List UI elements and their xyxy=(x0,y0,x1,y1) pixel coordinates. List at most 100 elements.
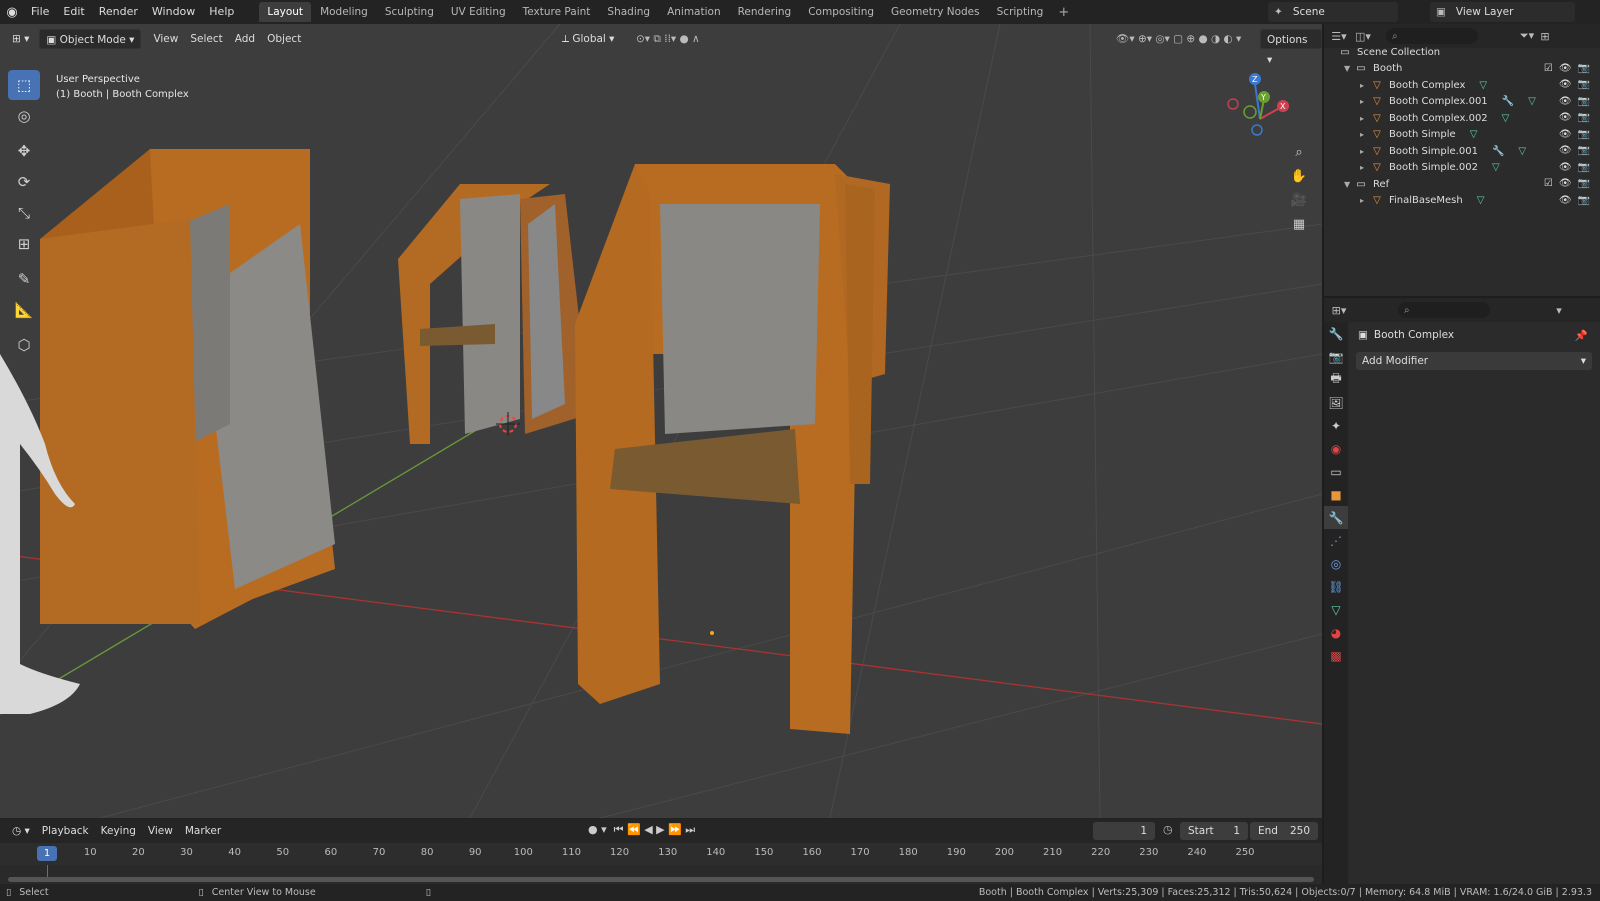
viewport-menu-object[interactable]: Object xyxy=(261,29,307,49)
outliner-search-input[interactable]: ⌕ xyxy=(1386,28,1478,44)
timeline-menu-keying[interactable]: Keying xyxy=(95,825,142,837)
timeline-menu-view[interactable]: View xyxy=(142,825,179,837)
timeline-scrollbar[interactable] xyxy=(8,877,1314,882)
outliner-editor-icon[interactable]: ☰▾ xyxy=(1330,27,1348,45)
tab-rendering[interactable]: Rendering xyxy=(730,2,800,22)
tab-layout[interactable]: Layout xyxy=(259,2,312,22)
properties-options-icon[interactable]: ▾ xyxy=(1550,301,1568,319)
menu-render[interactable]: Render xyxy=(92,0,145,24)
menu-window[interactable]: Window xyxy=(145,0,202,24)
transform-tool-icon[interactable]: ⊞ xyxy=(8,229,40,259)
blender-logo-icon[interactable]: ◉ xyxy=(0,0,24,24)
view-layer-selector[interactable]: ▣ View Layer xyxy=(1430,2,1575,22)
eye-icon[interactable]: 👁 xyxy=(1559,79,1572,90)
start-frame-field[interactable]: Start 1 xyxy=(1180,822,1248,840)
render-camera-icon[interactable]: 📷 xyxy=(1578,112,1590,123)
tab-texture-paint[interactable]: Texture Paint xyxy=(515,2,599,22)
playback-controls[interactable]: ● ▾ ⏮ ⏪ ◀ ▶ ⏩ ⏭ xyxy=(588,823,695,837)
eye-icon[interactable]: 👁 xyxy=(1559,112,1572,123)
annotate-tool-icon[interactable]: ✎ xyxy=(8,264,40,294)
ortho-grid-icon[interactable]: ▦ xyxy=(1288,212,1310,236)
navigation-gizmo[interactable]: Z X Y xyxy=(1227,73,1289,136)
properties-editor-icon[interactable]: ⊞▾ xyxy=(1330,301,1348,319)
eye-icon[interactable]: 👁 xyxy=(1559,162,1572,173)
outliner-item[interactable]: ▸ ▽ Booth Complex.002 ▽ 👁 📷 xyxy=(1324,110,1600,126)
tab-shading[interactable]: Shading xyxy=(599,2,658,22)
expand-arrow-icon[interactable]: ▸ xyxy=(1360,81,1370,90)
particles-tab-icon[interactable]: ⋰ xyxy=(1324,529,1348,552)
booth-middle[interactable] xyxy=(398,184,590,444)
expand-arrow-icon[interactable]: ▸ xyxy=(1360,130,1370,139)
options-button[interactable]: Options ▾ xyxy=(1260,29,1322,66)
viewport-display-icons[interactable]: 👁▾ ⊕▾ ◎▾ ▢ ⊕ ● ◑ ◐ ▾ xyxy=(1110,29,1247,49)
tab-sculpting[interactable]: Sculpting xyxy=(377,2,442,22)
render-camera-icon[interactable]: 📷 xyxy=(1578,129,1590,140)
editor-type-icon[interactable]: ⊞ ▾ xyxy=(6,29,35,49)
add-cube-tool-icon[interactable]: ⬡ xyxy=(8,330,40,360)
zoom-icon[interactable]: ⌕ xyxy=(1288,140,1310,164)
world-tab-icon[interactable]: ◉ xyxy=(1324,437,1348,460)
pan-hand-icon[interactable]: ✋ xyxy=(1288,164,1310,188)
render-camera-icon[interactable]: 📷 xyxy=(1578,96,1590,107)
render-camera-icon[interactable]: 📷 xyxy=(1578,145,1590,156)
tool-tab-icon[interactable]: 🔧 xyxy=(1324,322,1348,345)
render-camera-icon[interactable]: 📷 xyxy=(1578,162,1590,173)
timeline-editor-icon[interactable]: ◷ ▾ xyxy=(6,825,36,837)
select-box-tool-icon[interactable]: ⬚ xyxy=(8,70,40,100)
display-mode-icon[interactable]: ◫▾ xyxy=(1354,27,1372,45)
end-frame-field[interactable]: End 250 xyxy=(1250,822,1318,840)
expand-arrow-icon[interactable]: ▸ xyxy=(1360,196,1370,205)
physics-tab-icon[interactable]: ◎ xyxy=(1324,552,1348,575)
data-tab-icon[interactable]: ▽ xyxy=(1324,598,1348,621)
outliner-item[interactable]: ▸ ▽ Booth Complex ▽ 👁 📷 xyxy=(1324,77,1600,93)
tab-compositing[interactable]: Compositing xyxy=(800,2,882,22)
eye-icon[interactable]: 👁 xyxy=(1559,178,1572,189)
eye-icon[interactable]: 👁 xyxy=(1559,96,1572,107)
pin-icon[interactable]: 📌 xyxy=(1575,329,1588,342)
menu-help[interactable]: Help xyxy=(202,0,241,24)
render-camera-icon[interactable]: 📷 xyxy=(1578,63,1590,74)
viewport-scene[interactable]: Z X Y xyxy=(0,24,1322,818)
booth-left[interactable] xyxy=(40,149,335,629)
collection-ref[interactable]: ▼ ▭ Ref ☑ 👁 📷 xyxy=(1324,176,1600,192)
render-tab-icon[interactable]: 📷 xyxy=(1324,345,1348,368)
expand-arrow-icon[interactable]: ▸ xyxy=(1360,147,1370,156)
exclude-checkbox[interactable]: ☑ xyxy=(1544,178,1553,189)
tab-scripting[interactable]: Scripting xyxy=(989,2,1052,22)
constraints-tab-icon[interactable]: ⛓ xyxy=(1324,575,1348,598)
eye-icon[interactable]: 👁 xyxy=(1559,145,1572,156)
3d-viewport[interactable]: Z X Y ⊞ ▾ ▣ Object Mode ▾ View Select Add O… xyxy=(0,24,1322,818)
eye-icon[interactable]: 👁 xyxy=(1559,129,1572,140)
cursor-tool-icon[interactable]: ◎ xyxy=(8,101,40,131)
add-workspace-icon[interactable]: + xyxy=(1052,5,1075,20)
expand-arrow-icon[interactable]: ▸ xyxy=(1360,163,1370,172)
expand-arrow-icon[interactable]: ▼ xyxy=(1344,180,1354,189)
camera-icon[interactable]: 🎥 xyxy=(1288,188,1310,212)
tab-uv-editing[interactable]: UV Editing xyxy=(443,2,514,22)
timeline-menu-playback[interactable]: Playback xyxy=(36,825,95,837)
object-tab-icon[interactable]: ■ xyxy=(1324,483,1348,506)
snapping-icons[interactable]: ⊙▾ ⧉ ⁞⁞▾ ● ∧ xyxy=(630,29,706,49)
view-layer-tab-icon[interactable]: 🖼 xyxy=(1324,391,1348,414)
viewport-menu-select[interactable]: Select xyxy=(184,29,228,49)
tab-animation[interactable]: Animation xyxy=(659,2,729,22)
expand-arrow-icon[interactable]: ▸ xyxy=(1360,114,1370,123)
expand-arrow-icon[interactable]: ▸ xyxy=(1360,97,1370,106)
filter-icon[interactable]: ⏷▾ xyxy=(1518,27,1536,45)
add-modifier-dropdown[interactable]: Add Modifier ▾ xyxy=(1356,352,1592,370)
modifier-tab-icon[interactable]: 🔧 xyxy=(1324,506,1348,529)
scene-selector[interactable]: ✦ Scene xyxy=(1268,2,1398,22)
clock-icon[interactable]: ◷ xyxy=(1163,823,1173,836)
menu-file[interactable]: File xyxy=(24,0,56,24)
outliner-item[interactable]: ▸ ▽ Booth Complex.001 🔧 ▽ 👁 📷 xyxy=(1324,94,1600,110)
timeline-menu-marker[interactable]: Marker xyxy=(179,825,227,837)
move-tool-icon[interactable]: ✥ xyxy=(8,136,40,166)
outliner-item[interactable]: ▸ ▽ Booth Simple ▽ 👁 📷 xyxy=(1324,127,1600,143)
orientation-selector[interactable]: ⟂ Global ▾ xyxy=(556,29,620,49)
outliner-item[interactable]: ▸ ▽ Booth Simple.002 ▽ 👁 📷 xyxy=(1324,160,1600,176)
tab-geometry-nodes[interactable]: Geometry Nodes xyxy=(883,2,988,22)
menu-edit[interactable]: Edit xyxy=(56,0,91,24)
exclude-checkbox[interactable]: ☑ xyxy=(1544,63,1553,74)
tab-modeling[interactable]: Modeling xyxy=(312,2,376,22)
collection-tab-icon[interactable]: ▭ xyxy=(1324,460,1348,483)
